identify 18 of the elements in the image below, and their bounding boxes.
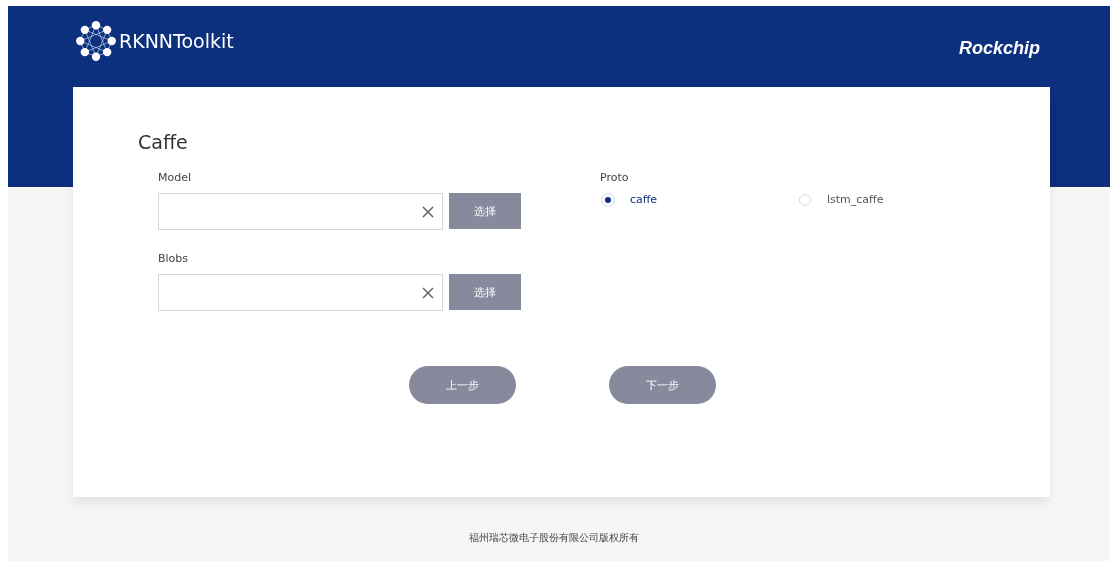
form-title: Caffe	[138, 131, 189, 153]
previous-button[interactable]: 上一步	[409, 366, 516, 404]
choose-button[interactable]: 选择	[449, 193, 521, 229]
app-name: RKNNToolkit	[119, 30, 234, 52]
clear-icon[interactable]	[422, 205, 434, 218]
file-path-field[interactable]	[158, 193, 443, 230]
next-button[interactable]: 下一步	[609, 366, 716, 404]
radio-label[interactable]: lstm_caffe	[827, 193, 884, 206]
network-logo-icon	[75, 20, 117, 62]
field-label: Blobs	[158, 252, 190, 265]
clear-icon[interactable]	[422, 286, 434, 299]
file-path-field[interactable]	[158, 274, 443, 311]
field-label: Proto	[600, 171, 630, 184]
brand-logo: Rockchip	[958, 38, 1040, 59]
copyright-text: 福州瑞芯微电子股份有限公司版权所有	[468, 531, 640, 545]
radio-label[interactable]: caffe	[630, 193, 658, 206]
field-label: Model	[158, 171, 193, 184]
choose-button[interactable]: 选择	[449, 274, 521, 310]
